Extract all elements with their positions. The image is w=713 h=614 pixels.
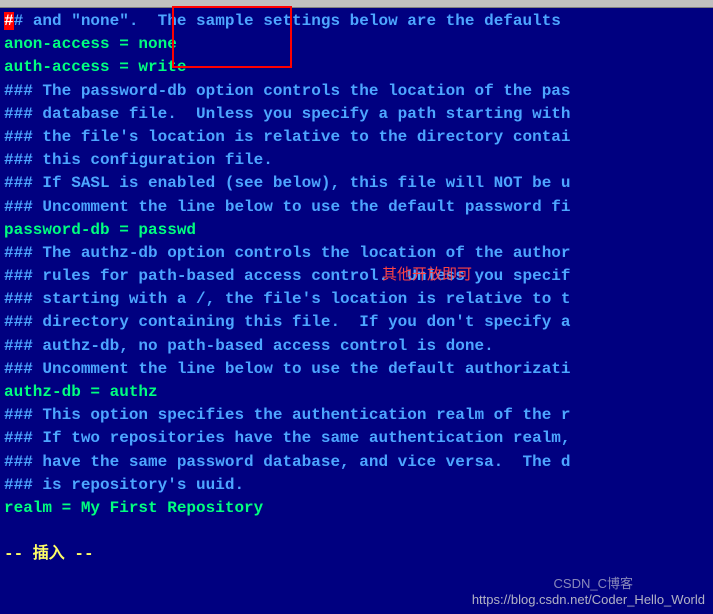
editor-line: ### database file. Unless you specify a … <box>4 103 709 126</box>
cursor: # <box>4 12 14 30</box>
editor-line: realm = My First Repository <box>4 497 709 520</box>
editor-line: auth-access = write <box>4 56 709 79</box>
editor-line: ### starting with a /, the file's locati… <box>4 288 709 311</box>
editor-line: ### the file's location is relative to t… <box>4 126 709 149</box>
editor-line: ### The authz-db option controls the loc… <box>4 242 709 265</box>
editor-line: ### If two repositories have the same au… <box>4 427 709 450</box>
terminal-editor-content[interactable]: ## and "none". The sample settings below… <box>0 8 713 569</box>
editor-line: ### this configuration file. <box>4 149 709 172</box>
editor-line: ### directory containing this file. If y… <box>4 311 709 334</box>
editor-line: ### If SASL is enabled (see below), this… <box>4 172 709 195</box>
editor-line: ### This option specifies the authentica… <box>4 404 709 427</box>
editor-line <box>4 520 709 543</box>
editor-line: -- 插入 -- <box>4 543 709 566</box>
editor-line: ### authz-db, no path-based access contr… <box>4 335 709 358</box>
editor-line: ### Uncomment the line below to use the … <box>4 358 709 381</box>
editor-line: password-db = passwd <box>4 219 709 242</box>
editor-line: ### have the same password database, and… <box>4 451 709 474</box>
window-titlebar <box>0 0 713 8</box>
editor-line: ### The password-db option controls the … <box>4 80 709 103</box>
watermark-url: https://blog.csdn.net/Coder_Hello_World <box>472 591 705 610</box>
editor-line: authz-db = authz <box>4 381 709 404</box>
editor-line: ### Uncomment the line below to use the … <box>4 196 709 219</box>
editor-line: ### rules for path-based access control.… <box>4 265 709 288</box>
editor-line: anon-access = none <box>4 33 709 56</box>
editor-line: ## and "none". The sample settings below… <box>4 10 709 33</box>
editor-line: ### is repository's uuid. <box>4 474 709 497</box>
